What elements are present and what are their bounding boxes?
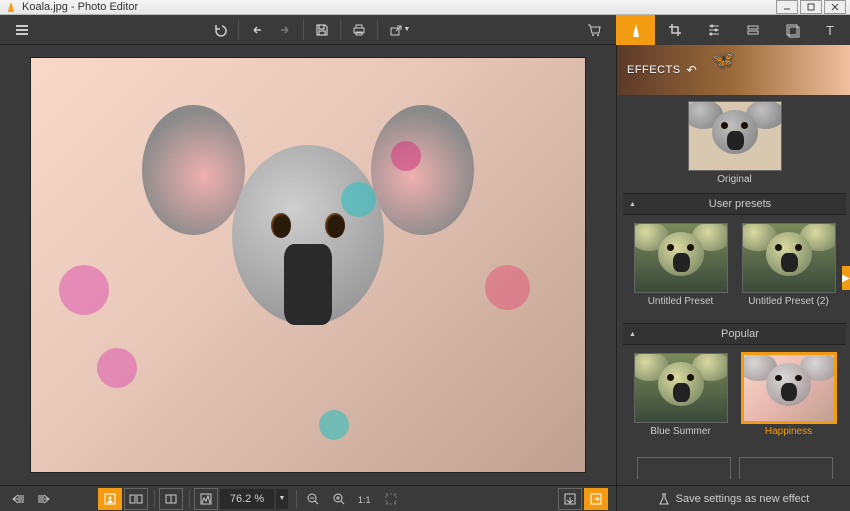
zoom-dropdown[interactable]: ▼ <box>276 489 288 509</box>
forward-button[interactable] <box>271 16 299 44</box>
cart-button[interactable] <box>580 16 608 44</box>
effect-original-label: Original <box>685 174 785 185</box>
effect-label: Untitled Preset (2) <box>739 296 839 307</box>
prev-image-button[interactable] <box>6 488 30 510</box>
expand-panel-button[interactable]: ▶ <box>842 266 850 290</box>
window-maximize-button[interactable] <box>800 0 822 14</box>
zoom-actual-button[interactable]: 1:1 <box>353 488 377 510</box>
effects-panel-header: EFFECTS ↶ 🦋 <box>617 45 850 95</box>
hamburger-menu-button[interactable] <box>8 16 36 44</box>
canvas-image[interactable] <box>30 57 586 473</box>
effect-thumb-untitled-preset-2[interactable] <box>742 223 836 293</box>
tool-tab-frames[interactable] <box>772 15 811 45</box>
window-title: Koala.jpg - Photo Editor <box>22 1 138 13</box>
view-compare-button[interactable] <box>124 488 148 510</box>
effects-panel-title: EFFECTS <box>627 64 681 76</box>
window-minimize-button[interactable] <box>776 0 798 14</box>
toolbar-separator <box>340 20 341 40</box>
svg-text:1:1: 1:1 <box>358 495 371 505</box>
section-popular-label: Popular <box>640 328 840 340</box>
zoom-level[interactable]: 76.2 % <box>220 489 274 509</box>
view-single-button[interactable] <box>98 488 122 510</box>
window-titlebar: Koala.jpg - Photo Editor <box>0 0 850 15</box>
toolbar-separator <box>238 20 239 40</box>
tool-tabs: T <box>616 15 850 45</box>
chevron-down-icon: ▲ <box>629 331 636 338</box>
tool-tab-text[interactable]: T <box>811 15 850 45</box>
save-as-new-effect-button[interactable]: Save settings as new effect <box>617 485 850 511</box>
canvas-area: 76.2 % ▼ 1:1 <box>0 45 616 511</box>
tool-tab-retouch[interactable] <box>733 15 772 45</box>
effects-panel: EFFECTS ↶ 🦋 Original ▲ User presets Unti… <box>616 45 850 511</box>
svg-text:T: T <box>826 23 834 38</box>
histogram-button[interactable] <box>194 488 218 510</box>
effect-thumb-untitled-preset[interactable] <box>634 223 728 293</box>
effect-thumb-happiness[interactable] <box>742 353 836 423</box>
apply-button[interactable] <box>558 488 582 510</box>
toolbar-separator <box>303 20 304 40</box>
tool-tab-effects[interactable] <box>616 15 655 45</box>
save-as-new-effect-label: Save settings as new effect <box>676 493 810 505</box>
effect-label: Untitled Preset <box>631 296 731 307</box>
print-button[interactable] <box>345 16 373 44</box>
toolbar-separator <box>377 20 378 40</box>
viewer-bar: 76.2 % ▼ 1:1 <box>0 485 616 511</box>
tool-tab-adjust[interactable] <box>694 15 733 45</box>
effect-thumb-blue-summer[interactable] <box>634 353 728 423</box>
zoom-out-button[interactable] <box>301 488 325 510</box>
back-button[interactable] <box>243 16 271 44</box>
zoom-in-button[interactable] <box>327 488 351 510</box>
effect-thumb-more[interactable] <box>637 457 731 479</box>
section-user-presets-label: User presets <box>640 198 840 210</box>
next-image-button[interactable] <box>32 488 56 510</box>
effect-thumb-more[interactable] <box>739 457 833 479</box>
butterfly-icon: 🦋 <box>712 49 734 70</box>
app-icon <box>4 0 18 14</box>
effect-original-thumb[interactable] <box>688 101 782 171</box>
effects-reset-button[interactable]: ↶ <box>687 63 697 77</box>
tool-tab-crop[interactable] <box>655 15 694 45</box>
window-close-button[interactable] <box>824 0 846 14</box>
zoom-fit-button[interactable] <box>379 488 403 510</box>
effects-list[interactable]: Original ▲ User presets Untitled Preset … <box>617 95 850 485</box>
proceed-button[interactable] <box>584 488 608 510</box>
save-button[interactable] <box>308 16 336 44</box>
chevron-down-icon: ▲ <box>629 201 636 208</box>
view-split-button[interactable] <box>159 488 183 510</box>
effect-label: Blue Summer <box>631 426 731 437</box>
section-user-presets[interactable]: ▲ User presets <box>623 193 846 215</box>
undo-button[interactable] <box>206 16 234 44</box>
effect-label: Happiness <box>739 426 839 437</box>
section-popular[interactable]: ▲ Popular <box>623 323 846 345</box>
flask-icon <box>658 492 670 506</box>
